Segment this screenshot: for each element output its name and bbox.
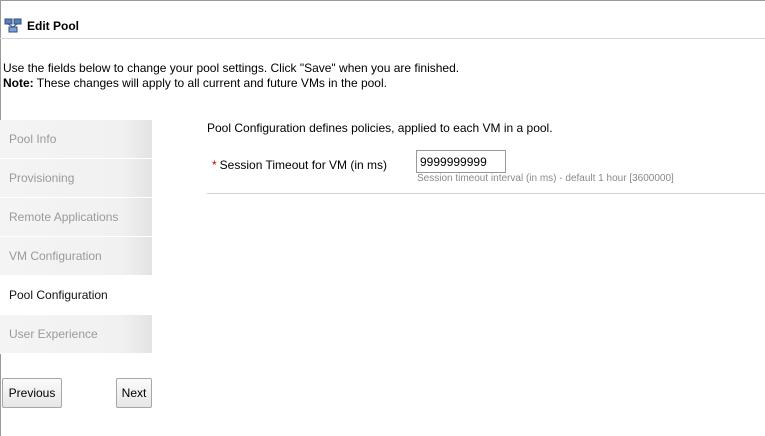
pool-network-icon (4, 18, 22, 34)
session-timeout-label-text: Session Timeout for VM (in ms) (219, 158, 388, 172)
nav-item-pool-configuration[interactable]: Pool Configuration (0, 276, 152, 315)
page-title: Edit Pool (27, 19, 79, 33)
intro-note: Note: These changes will apply to all cu… (3, 76, 459, 91)
session-timeout-label: * Session Timeout for VM (in ms) (212, 158, 387, 172)
title-divider (0, 38, 765, 39)
nav-item-pool-info[interactable]: Pool Info (0, 120, 152, 159)
note-text: These changes will apply to all current … (33, 76, 387, 90)
required-marker: * (212, 158, 217, 172)
section-divider (207, 193, 765, 194)
intro-text: Use the fields below to change your pool… (3, 61, 459, 91)
session-timeout-help: Session timeout interval (in ms) - defau… (417, 173, 674, 184)
note-label: Note: (3, 76, 34, 90)
nav-item-remote-applications[interactable]: Remote Applications (0, 198, 152, 237)
next-button[interactable]: Next (116, 378, 152, 408)
wizard-nav: Pool Info Provisioning Remote Applicatio… (0, 120, 152, 354)
section-description: Pool Configuration defines policies, app… (207, 121, 553, 135)
nav-item-provisioning[interactable]: Provisioning (0, 159, 152, 198)
previous-button[interactable]: Previous (2, 378, 62, 408)
nav-item-vm-configuration[interactable]: VM Configuration (0, 237, 152, 276)
title-bar: Edit Pool (4, 16, 79, 36)
session-timeout-input[interactable] (416, 150, 506, 173)
intro-line: Use the fields below to change your pool… (3, 61, 460, 75)
nav-item-user-experience[interactable]: User Experience (0, 315, 152, 354)
